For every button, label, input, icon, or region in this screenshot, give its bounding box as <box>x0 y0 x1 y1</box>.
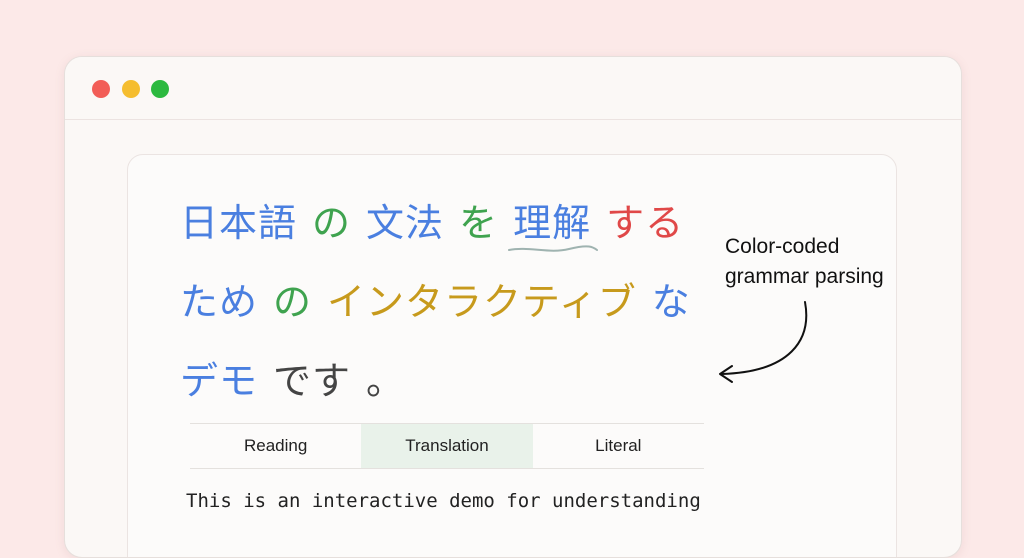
token-na[interactable]: な <box>652 277 691 327</box>
token-wo[interactable]: を <box>459 198 498 248</box>
annotation-line-1: Color-coded <box>725 235 840 258</box>
view-tabs: Reading Translation Literal <box>190 423 704 469</box>
token-desu[interactable]: です <box>273 356 351 406</box>
token-no-2[interactable]: の <box>273 277 312 327</box>
token-bunpou[interactable]: 文法 <box>366 198 444 248</box>
token-suru[interactable]: する <box>606 198 684 248</box>
sentence-line-3: デモ です。 <box>180 356 420 406</box>
tab-reading[interactable]: Reading <box>190 424 361 468</box>
token-rikai-text: 理解 <box>513 201 592 245</box>
token-no-1[interactable]: の <box>312 198 351 248</box>
translation-text: This is an interactive demo for understa… <box>186 490 701 512</box>
annotation-callout: Color-coded grammar parsing <box>725 232 884 292</box>
token-tame[interactable]: ため <box>180 277 258 327</box>
token-nihongo[interactable]: 日本語 <box>180 198 297 248</box>
sentence-line-2: ためのインタラクティブな <box>180 277 706 327</box>
window-titlebar <box>65 57 961 120</box>
token-interactive[interactable]: インタラクティブ <box>327 277 637 327</box>
window-maximize-button[interactable] <box>151 80 169 98</box>
selection-squiggle-underline <box>508 245 599 252</box>
tab-translation[interactable]: Translation <box>361 424 533 468</box>
sentence-line-1: 日本語の文法を理解 する <box>180 198 699 252</box>
annotation-arrow-icon <box>719 301 808 383</box>
window-minimize-button[interactable] <box>122 80 140 98</box>
window-close-button[interactable] <box>92 80 110 98</box>
token-demo[interactable]: デモ <box>180 356 258 406</box>
tab-literal[interactable]: Literal <box>533 424 704 468</box>
token-period[interactable]: 。 <box>366 356 405 406</box>
token-rikai[interactable]: 理解 <box>508 198 599 252</box>
annotation-line-2: grammar parsing <box>725 265 884 288</box>
